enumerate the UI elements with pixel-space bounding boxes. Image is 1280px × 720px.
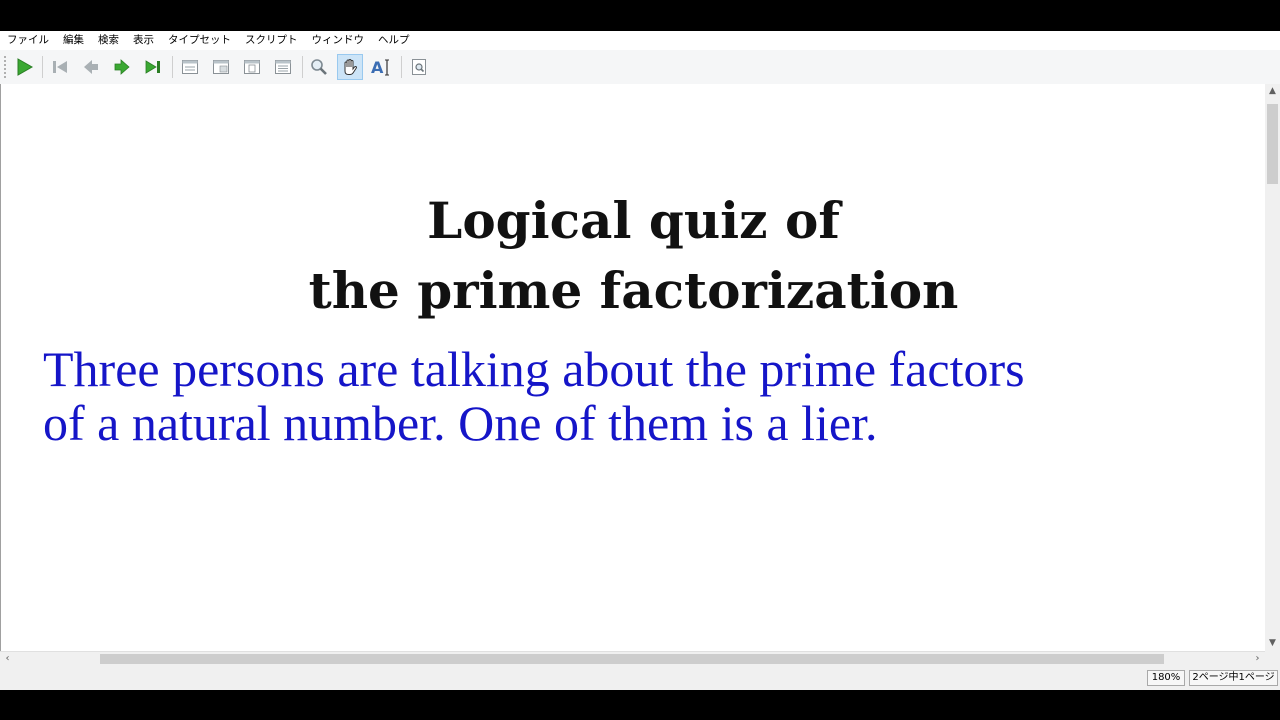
document-title-line-2: the prime factorization xyxy=(308,261,959,320)
menu-edit[interactable]: 編集 xyxy=(56,31,91,50)
find-button[interactable] xyxy=(406,54,432,80)
toolbar-separator xyxy=(172,56,173,78)
menu-window[interactable]: ウィンドウ xyxy=(305,31,372,50)
hand-tool-button[interactable] xyxy=(337,54,363,80)
fit-page-button[interactable] xyxy=(239,54,265,80)
last-page-icon xyxy=(145,60,160,74)
menu-typeset[interactable]: タイプセット xyxy=(161,31,238,50)
scrollbar-corner xyxy=(1265,651,1280,666)
toolbar-separator xyxy=(401,56,402,78)
hand-tool-icon xyxy=(344,58,357,75)
fit-window-icon xyxy=(275,60,291,74)
menu-help[interactable]: ヘルプ xyxy=(371,31,417,50)
previous-page-button[interactable] xyxy=(78,54,104,80)
document-page[interactable]: Logical quiz of the prime factorization … xyxy=(0,84,1265,651)
magnify-button[interactable] xyxy=(306,54,332,80)
status-bar: 180% 2ページ中1ページ xyxy=(0,666,1280,690)
toolbar: A xyxy=(0,50,1280,85)
magnify-icon xyxy=(311,59,327,75)
find-icon xyxy=(412,59,426,75)
document-body-line-2: of a natural number. One of them is a li… xyxy=(43,395,878,451)
menu-bar: ファイル 編集 検索 表示 タイプセット スクリプト ウィンドウ ヘルプ xyxy=(0,31,1280,50)
fit-width-icon xyxy=(213,60,229,74)
vertical-scroll-thumb[interactable] xyxy=(1267,104,1278,184)
menu-scripts[interactable]: スクリプト xyxy=(238,31,305,50)
typeset-play-icon xyxy=(17,58,34,76)
fit-width-button[interactable] xyxy=(208,54,234,80)
toolbar-separator xyxy=(302,56,303,78)
select-text-icon: A xyxy=(371,58,389,77)
menu-search[interactable]: 検索 xyxy=(91,31,126,50)
next-page-icon xyxy=(114,59,130,75)
first-page-icon xyxy=(53,61,67,73)
horizontal-scrollbar[interactable]: ‹ › xyxy=(0,651,1265,666)
document-body-line-1: Three persons are talking about the prim… xyxy=(43,341,1025,397)
scroll-up-arrow-icon[interactable]: ▲ xyxy=(1265,84,1280,99)
toolbar-grip[interactable] xyxy=(4,56,8,78)
last-page-button[interactable] xyxy=(140,54,166,80)
menu-file[interactable]: ファイル xyxy=(0,31,56,50)
document-title-line-1: Logical quiz of xyxy=(427,191,840,250)
scroll-left-arrow-icon[interactable]: ‹ xyxy=(0,652,15,667)
menu-view[interactable]: 表示 xyxy=(126,31,161,50)
scroll-down-arrow-icon[interactable]: ▼ xyxy=(1265,636,1280,651)
typeset-button[interactable] xyxy=(11,54,37,80)
scroll-right-arrow-icon[interactable]: › xyxy=(1250,652,1265,667)
toolbar-separator xyxy=(42,56,43,78)
fit-window-button[interactable] xyxy=(270,54,296,80)
pdf-preview-window: ファイル 編集 検索 表示 タイプセット スクリプト ウィンドウ ヘルプ A L… xyxy=(0,31,1280,690)
horizontal-scroll-thumb[interactable] xyxy=(100,654,1164,664)
page-indicator: 2ページ中1ページ xyxy=(1189,670,1278,686)
vertical-scrollbar[interactable]: ▲ ▼ xyxy=(1265,84,1280,651)
zoom-level[interactable]: 180% xyxy=(1147,670,1185,686)
actual-size-icon xyxy=(182,60,198,74)
actual-size-button[interactable] xyxy=(177,54,203,80)
select-text-button[interactable]: A xyxy=(368,54,394,80)
previous-page-icon xyxy=(84,60,98,74)
svg-text:A: A xyxy=(371,58,384,77)
next-page-button[interactable] xyxy=(109,54,135,80)
first-page-button[interactable] xyxy=(47,54,73,80)
fit-page-icon xyxy=(244,60,260,74)
